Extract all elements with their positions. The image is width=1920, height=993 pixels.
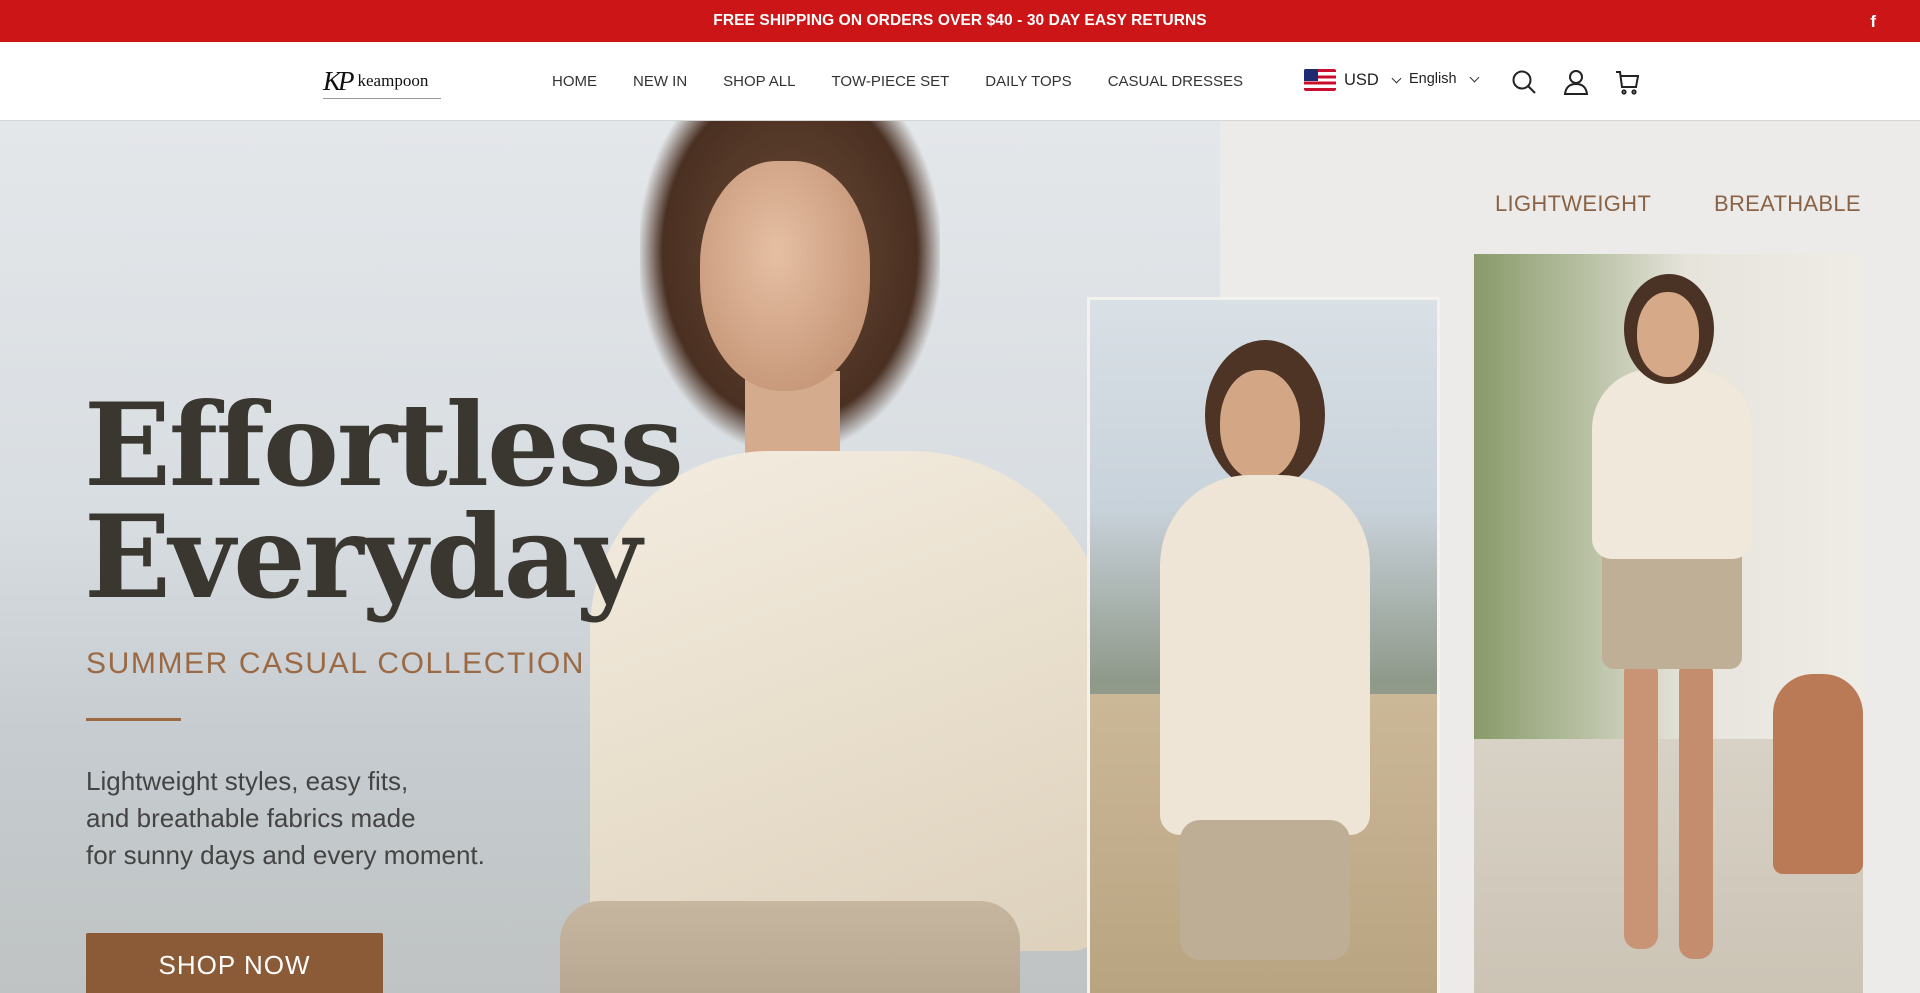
logo[interactable]: KP keampoon: [323, 61, 441, 101]
site-header: KP keampoon HOME NEW IN SHOP ALL TOW-PIE…: [0, 42, 1920, 121]
nav-home[interactable]: HOME: [552, 73, 597, 90]
chevron-down-icon: [1469, 72, 1480, 82]
tagline-lightweight: LIGHTWEIGHT: [1495, 191, 1652, 216]
cart-icon[interactable]: [1613, 68, 1641, 96]
logo-mark: KP: [323, 65, 354, 96]
shop-now-button[interactable]: SHOP NOW: [86, 933, 383, 993]
facebook-icon[interactable]: f: [1870, 12, 1876, 32]
chevron-down-icon: [1391, 73, 1402, 83]
hero-banner: LIGHTWEIGHT BREATHABLE Effortless Everyd…: [0, 121, 1920, 993]
language-selector[interactable]: English: [1409, 71, 1480, 87]
headline-line-1: Effortless: [84, 378, 684, 512]
headline-line-2: Everyday: [84, 490, 642, 624]
language-label: English: [1409, 71, 1457, 87]
nav-new-in[interactable]: NEW IN: [633, 73, 687, 90]
nav-daily-tops[interactable]: DAILY TOPS: [985, 73, 1071, 90]
hero-headline: Effortless Everyday: [84, 378, 684, 624]
hero-body-copy: Lightweight styles, easy fits, and breat…: [86, 763, 546, 874]
hero-full-length-image: [1474, 254, 1863, 993]
hero-subheading: SUMMER CASUAL COLLECTION: [86, 647, 586, 680]
announcement-bar: FREE SHIPPING ON ORDERS OVER $40 - 30 DA…: [0, 0, 1920, 42]
logo-text: keampoon: [357, 71, 429, 90]
logo-underline: [323, 98, 441, 99]
currency-selector[interactable]: USD: [1304, 69, 1402, 91]
body-line-1: Lightweight styles, easy fits,: [86, 766, 409, 796]
us-flag-icon: [1304, 69, 1336, 91]
currency-code: USD: [1344, 70, 1379, 89]
nav-casual-dresses[interactable]: CASUAL DRESSES: [1108, 73, 1243, 90]
body-line-2: and breathable fabrics made: [86, 803, 416, 833]
announcement-text: FREE SHIPPING ON ORDERS OVER $40 - 30 DA…: [713, 12, 1207, 29]
tagline-breathable: BREATHABLE: [1714, 191, 1861, 216]
search-icon[interactable]: [1510, 68, 1538, 96]
nav-two-piece-set[interactable]: TOW-PIECE SET: [831, 73, 949, 90]
body-line-3: for sunny days and every moment.: [86, 840, 485, 870]
hero-divider: [86, 718, 181, 721]
hero-back-view-image: [1087, 297, 1440, 993]
nav-shop-all[interactable]: SHOP ALL: [723, 73, 795, 90]
main-nav: HOME NEW IN SHOP ALL TOW-PIECE SET DAILY…: [552, 42, 1243, 121]
account-icon[interactable]: [1562, 68, 1590, 96]
